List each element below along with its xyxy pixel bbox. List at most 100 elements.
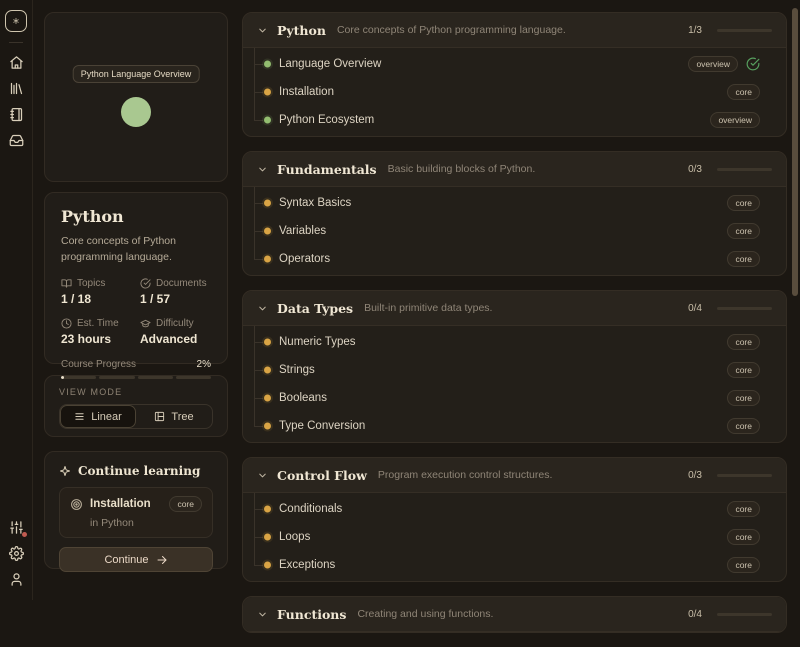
app-logo[interactable] [5, 10, 27, 32]
lesson-status-dot [264, 227, 271, 235]
course-progress-value: 2% [196, 358, 211, 370]
section-header[interactable]: Fundamentals Basic building blocks of Py… [243, 152, 786, 187]
lesson-row[interactable]: Syntax Basics core [243, 189, 786, 217]
stat-label-text: Est. Time [77, 317, 119, 329]
lesson-row[interactable]: Language Overview overview [243, 50, 786, 78]
lesson-label: Strings [279, 364, 315, 376]
lesson-label: Exceptions [279, 559, 336, 571]
check-icon [746, 57, 760, 71]
section-progress-count: 1/3 [688, 24, 702, 36]
lesson-row[interactable]: Booleans core [243, 384, 786, 412]
continue-button[interactable]: Continue [59, 547, 213, 572]
section-progress-bar [717, 473, 772, 477]
view-mode-card: VIEW MODE Linear Tree [44, 375, 228, 437]
next-lesson-card[interactable]: Installation core in Python [59, 487, 213, 538]
lesson-row[interactable]: Type Conversion core [243, 412, 786, 440]
lesson-label: Language Overview [279, 58, 382, 70]
course-section: Functions Creating and using functions. … [242, 596, 787, 633]
lesson-row-right: core [727, 223, 760, 239]
lesson-row-right: overview [710, 112, 760, 128]
graph-node[interactable] [121, 97, 151, 127]
lesson-status-dot [264, 533, 271, 541]
lesson-row[interactable]: Loops core [243, 523, 786, 551]
library-icon [10, 82, 22, 94]
graph-panel: Python Language Overview [44, 12, 228, 182]
view-mode-toggle: Linear Tree [59, 404, 213, 429]
section-items: Syntax Basics core Variables core Operat… [243, 187, 786, 275]
chevron-down-icon[interactable] [257, 25, 268, 36]
stat-difficulty: Difficulty Advanced [140, 318, 211, 346]
user-icon [11, 572, 21, 586]
lesson-label: Loops [279, 531, 311, 543]
lesson-status-dot [264, 505, 271, 513]
next-lesson-row: Installation core [70, 496, 202, 512]
lesson-status-dot [264, 338, 271, 346]
lesson-row[interactable]: Conditionals core [243, 495, 786, 523]
section-title: Functions [277, 606, 347, 622]
view-mode-tree-button[interactable]: Tree [136, 405, 212, 428]
lesson-row[interactable]: Variables core [243, 217, 786, 245]
scrollbar-track[interactable] [791, 0, 798, 600]
sliders-icon [9, 520, 23, 534]
nav-settings-button[interactable] [3, 540, 29, 566]
scrollbar-thumb[interactable] [792, 8, 798, 296]
lesson-label: Variables [279, 225, 327, 237]
nav-notebook-button[interactable] [3, 101, 29, 127]
progress-segment [137, 375, 173, 379]
chevron-down-icon[interactable] [257, 164, 268, 175]
lesson-badge: overview [688, 56, 738, 72]
section-header[interactable]: Functions Creating and using functions. … [243, 597, 786, 632]
view-mode-option-label: Linear [91, 410, 122, 423]
lesson-row[interactable]: Numeric Types core [243, 328, 786, 356]
graph-node-label[interactable]: Python Language Overview [72, 65, 200, 83]
completed-check-icon [746, 57, 760, 71]
lesson-badge: core [727, 501, 760, 517]
stat-label-text: Documents [156, 277, 207, 289]
nav-home-button[interactable] [3, 49, 29, 75]
lesson-row[interactable]: Strings core [243, 356, 786, 384]
course-title: Python [61, 207, 124, 226]
stat-est-time: Est. Time 23 hours [61, 318, 132, 346]
target-icon [71, 498, 82, 510]
continue-learning-card: Continue learning Installation core in P… [44, 451, 228, 572]
lesson-status-dot [264, 394, 271, 402]
section-header[interactable]: Data Types Built-in primitive data types… [243, 291, 786, 326]
notebook-icon [9, 107, 22, 121]
section-items: Numeric Types core Strings core Booleans… [243, 326, 786, 442]
nav-sliders-button[interactable] [3, 514, 29, 540]
lesson-label: Operators [279, 253, 331, 265]
chevron-down-icon[interactable] [257, 470, 268, 481]
lesson-row-right: core [727, 501, 760, 517]
rail-divider [9, 42, 23, 43]
next-lesson-title: Installation [90, 498, 151, 510]
nav-user-button[interactable] [3, 566, 29, 592]
view-mode-linear-button[interactable]: Linear [60, 405, 136, 428]
continue-learning-title: Continue learning [78, 464, 201, 478]
lesson-row[interactable]: Operators core [243, 245, 786, 273]
view-mode-label: VIEW MODE [59, 387, 123, 397]
graduation-cap-icon [140, 319, 151, 327]
stat-value: Advanced [140, 331, 198, 346]
notification-dot [22, 532, 27, 537]
nav-inbox-button[interactable] [3, 127, 29, 153]
section-header[interactable]: Python Core concepts of Python programmi… [243, 13, 786, 48]
lesson-status-dot [264, 116, 271, 124]
lesson-row[interactable]: Installation core [243, 78, 786, 106]
asterisk-icon [13, 17, 19, 25]
chevron-down-icon[interactable] [257, 609, 268, 620]
lesson-row[interactable]: Python Ecosystem overview [243, 106, 786, 134]
progress-segment [61, 375, 97, 379]
lesson-badge: core [727, 223, 760, 239]
section-subtitle: Core concepts of Python programming lang… [336, 24, 566, 36]
section-header[interactable]: Control Flow Program execution control s… [243, 458, 786, 493]
left-panel: Python Language Overview Python Core con… [44, 12, 228, 572]
lesson-row-right: core [727, 390, 760, 406]
section-progress-count: 0/4 [688, 302, 702, 314]
tree-icon [155, 411, 165, 422]
chevron-down-icon[interactable] [257, 303, 268, 314]
lesson-row-right: core [727, 557, 760, 573]
lesson-row[interactable]: Exceptions core [243, 551, 786, 579]
nav-library-button[interactable] [3, 75, 29, 101]
section-progress-bar [717, 306, 772, 310]
lesson-badge: core [727, 84, 760, 100]
